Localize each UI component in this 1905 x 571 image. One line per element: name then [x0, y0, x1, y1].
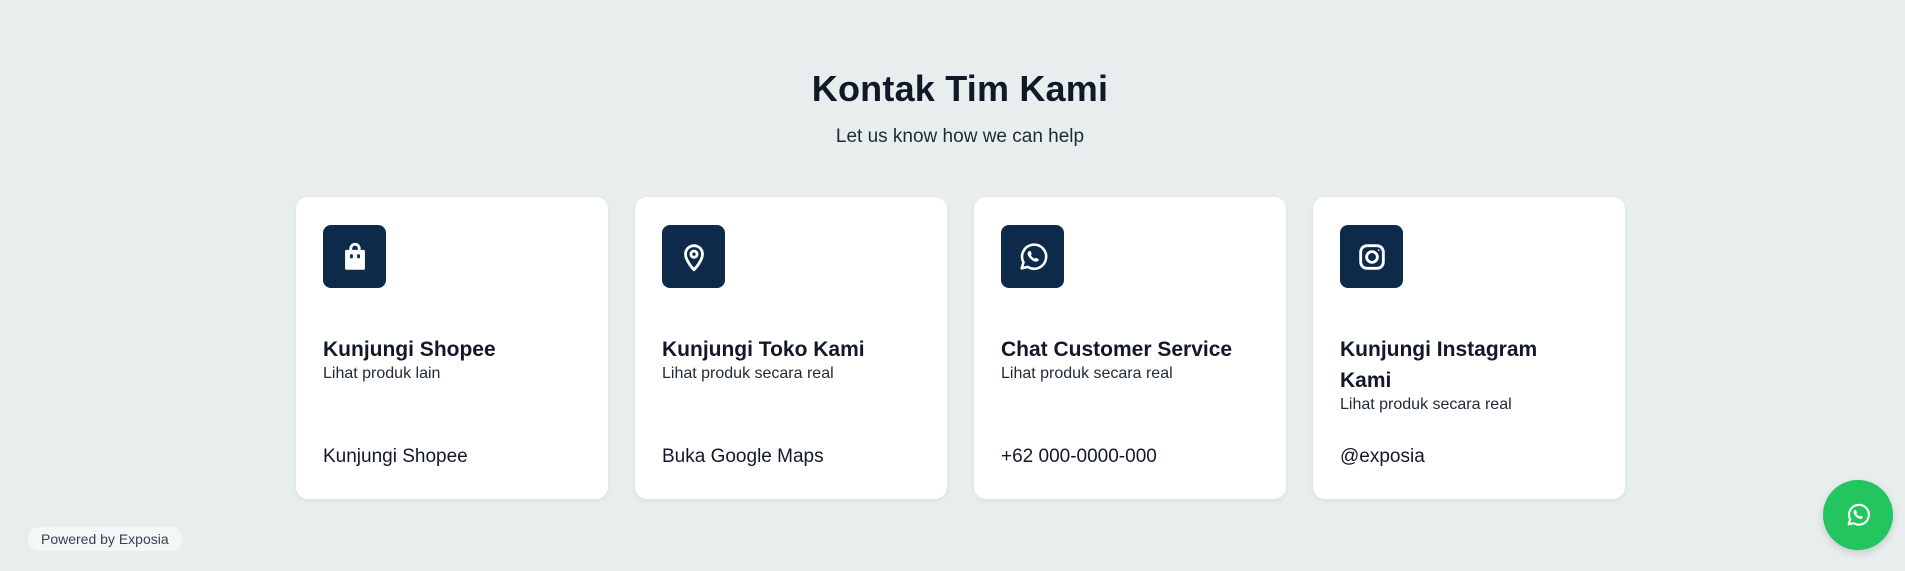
card-description: Lihat produk secara real — [1340, 396, 1512, 413]
contact-cards: Kunjungi Shopee Lihat produk lain Kunjun… — [296, 197, 1625, 499]
card-link[interactable]: Kunjungi Shopee — [323, 446, 468, 468]
powered-by-badge[interactable]: Powered by Exposia — [28, 527, 182, 551]
whatsapp-chat-button[interactable] — [1823, 480, 1893, 550]
card-link[interactable]: @exposia — [1340, 446, 1425, 468]
map-pin-icon — [662, 225, 725, 288]
page-subtitle: Let us know how we can help — [835, 126, 1085, 147]
card-description: Lihat produk lain — [323, 365, 441, 382]
card-description: Lihat produk secara real — [1001, 365, 1173, 382]
page-title: Kontak Tim Kami — [811, 68, 1109, 109]
whatsapp-icon — [1001, 225, 1064, 288]
card-store[interactable]: Kunjungi Toko Kami Lihat produk secara r… — [635, 197, 947, 499]
instagram-icon — [1340, 225, 1403, 288]
card-link[interactable]: Buka Google Maps — [662, 446, 824, 468]
card-title: Chat Customer Service — [1001, 338, 1233, 361]
card-link[interactable]: +62 000-0000-000 — [1001, 446, 1157, 468]
whatsapp-icon — [1847, 503, 1870, 526]
card-title: Kunjungi Instagram Kami — [1340, 338, 1538, 392]
shopping-bag-icon — [323, 225, 386, 288]
card-description: Lihat produk secara real — [662, 365, 834, 382]
card-title: Kunjungi Shopee — [323, 338, 496, 361]
card-instagram[interactable]: Kunjungi Instagram Kami Lihat produk sec… — [1313, 197, 1625, 499]
card-title: Kunjungi Toko Kami — [662, 338, 865, 361]
card-customer-service[interactable]: Chat Customer Service Lihat produk secar… — [974, 197, 1286, 499]
card-shopee[interactable]: Kunjungi Shopee Lihat produk lain Kunjun… — [296, 197, 608, 499]
